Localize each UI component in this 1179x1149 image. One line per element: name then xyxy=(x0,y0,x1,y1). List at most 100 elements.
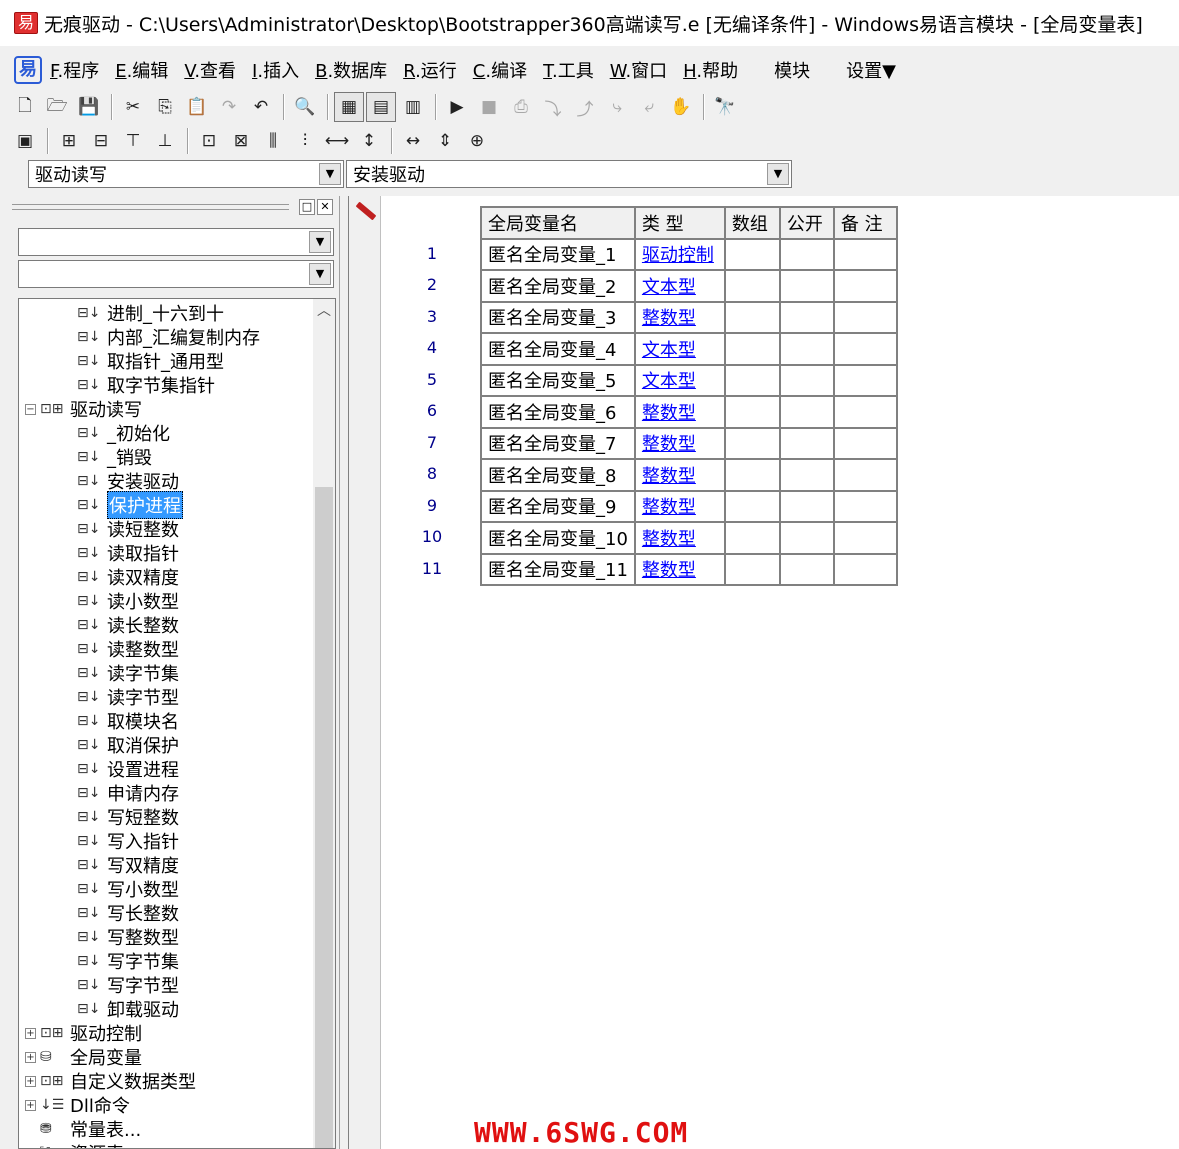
tree-item[interactable]: ⊟↓ 读双精度 xyxy=(77,565,179,589)
cut-icon[interactable]: ✂ xyxy=(118,92,148,122)
tree-item[interactable]: ⊟↓ 申请内存 xyxy=(77,781,179,805)
program-tree[interactable]: ︿ ⊟↓ 进制_十六到十 ⊟↓ 内部_汇编复制内存 ⊟↓ 取指针_通用型 ⊟↓ 取字节集指针 −… xyxy=(18,298,336,1149)
sub-select[interactable]: 安装驱动 ▼ xyxy=(346,160,792,188)
var-name-cell[interactable]: 匿名全局变量_5 xyxy=(480,363,636,397)
tree-item[interactable]: ⛃ 常量表... xyxy=(25,1117,141,1141)
tree-item[interactable]: ⊟↓ 取模块名 xyxy=(77,709,179,733)
menu-item-e[interactable]: E.编辑 xyxy=(115,57,168,83)
tree-item[interactable]: ⊟↓ 写字节型 xyxy=(77,973,179,997)
var-public-cell[interactable] xyxy=(778,489,835,523)
column-header[interactable]: 数组 xyxy=(723,206,781,240)
var-array-cell[interactable] xyxy=(723,489,781,523)
menu-item-w[interactable]: W.窗口 xyxy=(610,57,667,83)
table-row[interactable]: 匿名全局变量_9 整数型 xyxy=(480,489,898,523)
tree-item[interactable]: ⊟↓ 内部_汇编复制内存 xyxy=(77,325,260,349)
expand-icon[interactable]: + xyxy=(25,1099,36,1111)
var-public-cell[interactable] xyxy=(778,521,835,555)
column-header[interactable]: 类 型 xyxy=(633,206,726,240)
distribute-v-icon[interactable]: ↕ xyxy=(354,126,384,156)
var-note-cell[interactable] xyxy=(832,300,898,334)
tree-item[interactable]: ⊟↓ 卸载驱动 xyxy=(77,997,179,1021)
table-row[interactable]: 匿名全局变量_6 整数型 xyxy=(480,395,898,429)
var-public-cell[interactable] xyxy=(778,332,835,366)
var-array-cell[interactable] xyxy=(723,521,781,555)
tree-item[interactable]: + ↓☰ Dll命令 xyxy=(25,1093,130,1117)
same-size-icon[interactable]: ⊕ xyxy=(462,126,492,156)
tree-item[interactable]: + ⊡⊞ 自定义数据类型 xyxy=(25,1069,196,1093)
var-name-cell[interactable]: 匿名全局变量_3 xyxy=(480,300,636,334)
tree-item[interactable]: ⊟↓ 进制_十六到十 xyxy=(77,301,224,325)
var-public-cell[interactable] xyxy=(778,458,835,492)
close-icon[interactable]: ✕ xyxy=(317,199,333,215)
var-note-cell[interactable] xyxy=(832,237,898,271)
column-header[interactable]: 全局变量名 xyxy=(480,206,636,240)
var-note-cell[interactable] xyxy=(832,489,898,523)
class-select[interactable]: 驱动读写 ▼ xyxy=(28,160,344,188)
var-name-cell[interactable]: 匿名全局变量_11 xyxy=(480,552,636,586)
var-array-cell[interactable] xyxy=(723,363,781,397)
table-row[interactable]: 匿名全局变量_7 整数型 xyxy=(480,426,898,460)
tree-item[interactable]: ⊟↓ 写入指针 xyxy=(77,829,179,853)
tree-item[interactable]: − ⊡⊞ 驱动读写 xyxy=(25,397,142,421)
var-array-cell[interactable] xyxy=(723,237,781,271)
tree-item[interactable]: ⊟↓ 读字节集 xyxy=(77,661,179,685)
open-folder-icon[interactable]: 🗁 xyxy=(42,92,72,122)
debug-5-icon[interactable]: ⤶ xyxy=(634,92,664,122)
tree-item[interactable]: ⊟↓ 取消保护 xyxy=(77,733,179,757)
space-h-icon[interactable]: ⫼ xyxy=(258,126,288,156)
var-name-cell[interactable]: 匿名全局变量_2 xyxy=(480,269,636,303)
redo-icon[interactable]: ↷ xyxy=(214,92,244,122)
table-row[interactable]: 匿名全局变量_8 整数型 xyxy=(480,458,898,492)
table-row[interactable]: 匿名全局变量_4 文本型 xyxy=(480,332,898,366)
table-row[interactable]: 匿名全局变量_10 整数型 xyxy=(480,521,898,555)
tree-item[interactable]: ⊟↓ 写短整数 xyxy=(77,805,179,829)
var-public-cell[interactable] xyxy=(778,426,835,460)
var-note-cell[interactable] xyxy=(832,269,898,303)
table-row[interactable]: 匿名全局变量_1 驱动控制 xyxy=(480,237,898,271)
var-array-cell[interactable] xyxy=(723,269,781,303)
tree-item[interactable]: ⊟↓ 读整数型 xyxy=(77,637,179,661)
var-public-cell[interactable] xyxy=(778,300,835,334)
layout-2-icon[interactable]: ▤ xyxy=(366,92,396,122)
run-icon[interactable]: ▶ xyxy=(442,92,472,122)
menu-item-settings[interactable]: 设置▼ xyxy=(846,57,896,83)
panel-filter-select-1[interactable]: ▼ xyxy=(18,228,334,256)
hand-icon[interactable]: ✋ xyxy=(666,92,696,122)
var-note-cell[interactable] xyxy=(832,521,898,555)
layout-3-icon[interactable]: ▥ xyxy=(398,92,428,122)
same-height-icon[interactable]: ⇕ xyxy=(430,126,460,156)
var-name-cell[interactable]: 匿名全局变量_10 xyxy=(480,521,636,555)
chevron-down-icon[interactable]: ▼ xyxy=(309,263,331,285)
var-name-cell[interactable]: 匿名全局变量_8 xyxy=(480,458,636,492)
tree-item[interactable]: ⊟↓ 写整数型 xyxy=(77,925,179,949)
expand-icon[interactable]: + xyxy=(25,1075,36,1087)
tree-item[interactable]: ⊟↓ 读短整数 xyxy=(77,517,179,541)
table-row[interactable]: 匿名全局变量_3 整数型 xyxy=(480,300,898,334)
restore-icon[interactable]: □ xyxy=(299,199,315,215)
table-row[interactable]: 匿名全局变量_2 文本型 xyxy=(480,269,898,303)
var-public-cell[interactable] xyxy=(778,269,835,303)
tree-item[interactable]: ⊟↓ 读取指针 xyxy=(77,541,179,565)
expand-icon[interactable]: + xyxy=(25,1027,36,1039)
var-note-cell[interactable] xyxy=(832,458,898,492)
table-row[interactable]: 匿名全局变量_11 整数型 xyxy=(480,552,898,586)
find-icon[interactable]: 🔍 xyxy=(290,92,320,122)
distribute-h-icon[interactable]: ⟷ xyxy=(322,126,352,156)
var-public-cell[interactable] xyxy=(778,237,835,271)
menu-item-t[interactable]: T.工具 xyxy=(543,57,594,83)
table-row[interactable]: 匿名全局变量_5 文本型 xyxy=(480,363,898,397)
paste-icon[interactable]: 📋 xyxy=(182,92,212,122)
var-array-cell[interactable] xyxy=(723,300,781,334)
chevron-down-icon[interactable]: ▼ xyxy=(319,163,341,185)
var-array-cell[interactable] xyxy=(723,426,781,460)
var-type-link[interactable]: 整数型 xyxy=(633,521,726,555)
tree-item[interactable]: + ⛁ 全局变量 xyxy=(25,1045,142,1069)
tree-item[interactable]: + ⊡⊞ 驱动控制 xyxy=(25,1021,142,1045)
var-type-link[interactable]: 整数型 xyxy=(633,426,726,460)
var-type-link[interactable]: 文本型 xyxy=(633,363,726,397)
var-type-link[interactable]: 驱动控制 xyxy=(633,237,726,271)
var-name-cell[interactable]: 匿名全局变量_1 xyxy=(480,237,636,271)
var-name-cell[interactable]: 匿名全局变量_6 xyxy=(480,395,636,429)
binoculars-icon[interactable]: 🔭 xyxy=(710,92,740,122)
undo-icon[interactable]: ↶ xyxy=(246,92,276,122)
